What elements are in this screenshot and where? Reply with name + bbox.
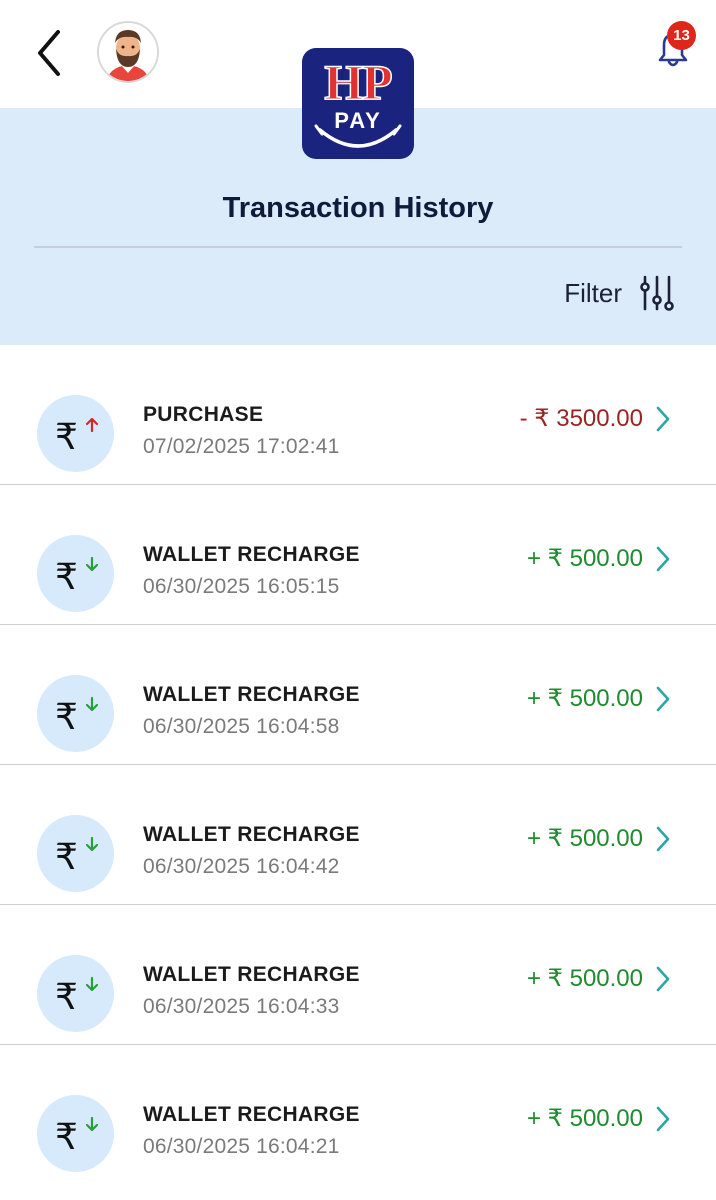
filter-button[interactable]: Filter — [564, 274, 676, 312]
logo-text-hp: HP — [324, 54, 394, 110]
transaction-datetime: 06/30/2025 16:04:58 — [143, 715, 340, 738]
chevron-right-icon — [656, 826, 670, 852]
svg-text:₹: ₹ — [55, 837, 78, 878]
transaction-row[interactable]: ₹ WALLET RECHARGE 06/30/2025 16:04:21 + … — [0, 1045, 716, 1185]
svg-text:₹: ₹ — [55, 697, 78, 738]
page-title: Transaction History — [222, 192, 494, 224]
transaction-datetime: 06/30/2025 16:04:21 — [143, 1135, 340, 1158]
chevron-right-icon — [656, 1106, 670, 1132]
transaction-row[interactable]: ₹ WALLET RECHARGE 06/30/2025 16:05:15 + … — [0, 485, 716, 625]
svg-text:₹: ₹ — [55, 417, 78, 458]
chevron-right-icon — [656, 546, 670, 572]
transaction-type: WALLET RECHARGE — [143, 823, 360, 846]
rupee-credit-icon: ₹ — [37, 815, 114, 892]
back-arrow-icon[interactable] — [30, 26, 70, 80]
transaction-type: PURCHASE — [143, 403, 264, 426]
chevron-right-icon — [656, 966, 670, 992]
transaction-datetime: 06/30/2025 16:04:33 — [143, 995, 340, 1018]
transaction-row[interactable]: ₹ WALLET RECHARGE 06/30/2025 16:04:58 + … — [0, 625, 716, 765]
rupee-credit-icon: ₹ — [37, 675, 114, 752]
svg-text:₹: ₹ — [55, 557, 78, 598]
chevron-right-icon — [656, 686, 670, 712]
transaction-row[interactable]: ₹ WALLET RECHARGE 06/30/2025 16:04:33 + … — [0, 905, 716, 1045]
notification-count-badge: 13 — [667, 21, 696, 50]
svg-text:₹: ₹ — [55, 1117, 78, 1158]
chevron-right-icon — [656, 406, 670, 432]
transaction-row[interactable]: ₹ PURCHASE 07/02/2025 17:02:41 - ₹ 3500.… — [0, 345, 716, 485]
header-divider — [34, 246, 682, 248]
svg-text:₹: ₹ — [55, 977, 78, 1018]
transaction-amount: + ₹ 500.00 — [526, 1105, 643, 1132]
transaction-datetime: 07/02/2025 17:02:41 — [143, 435, 340, 458]
transaction-row[interactable]: ₹ WALLET RECHARGE 06/30/2025 16:04:42 + … — [0, 765, 716, 905]
transaction-type: WALLET RECHARGE — [143, 683, 360, 706]
transaction-amount: + ₹ 500.00 — [526, 545, 643, 572]
transaction-datetime: 06/30/2025 16:05:15 — [143, 575, 340, 598]
transaction-datetime: 06/30/2025 16:04:42 — [143, 855, 340, 878]
logo-smile-icon — [314, 124, 402, 148]
transaction-amount: + ₹ 500.00 — [526, 825, 643, 852]
hp-pay-logo: HP PAY — [302, 48, 414, 159]
filter-label: Filter — [564, 277, 622, 308]
transaction-list: ₹ PURCHASE 07/02/2025 17:02:41 - ₹ 3500.… — [0, 345, 716, 1185]
filter-sliders-icon — [640, 275, 674, 311]
top-bar: 13 HP PAY — [0, 0, 716, 159]
transaction-type: WALLET RECHARGE — [143, 963, 360, 986]
rupee-debit-icon: ₹ — [37, 395, 114, 472]
user-avatar-icon — [99, 23, 157, 81]
transaction-amount: - ₹ 3500.00 — [519, 405, 643, 432]
transaction-amount: + ₹ 500.00 — [526, 685, 643, 712]
avatar[interactable] — [97, 21, 159, 83]
rupee-credit-icon: ₹ — [37, 955, 114, 1032]
rupee-credit-icon: ₹ — [37, 1095, 114, 1172]
transaction-type: WALLET RECHARGE — [143, 1103, 360, 1126]
rupee-credit-icon: ₹ — [37, 535, 114, 612]
transaction-type: WALLET RECHARGE — [143, 543, 360, 566]
transaction-amount: + ₹ 500.00 — [526, 965, 643, 992]
